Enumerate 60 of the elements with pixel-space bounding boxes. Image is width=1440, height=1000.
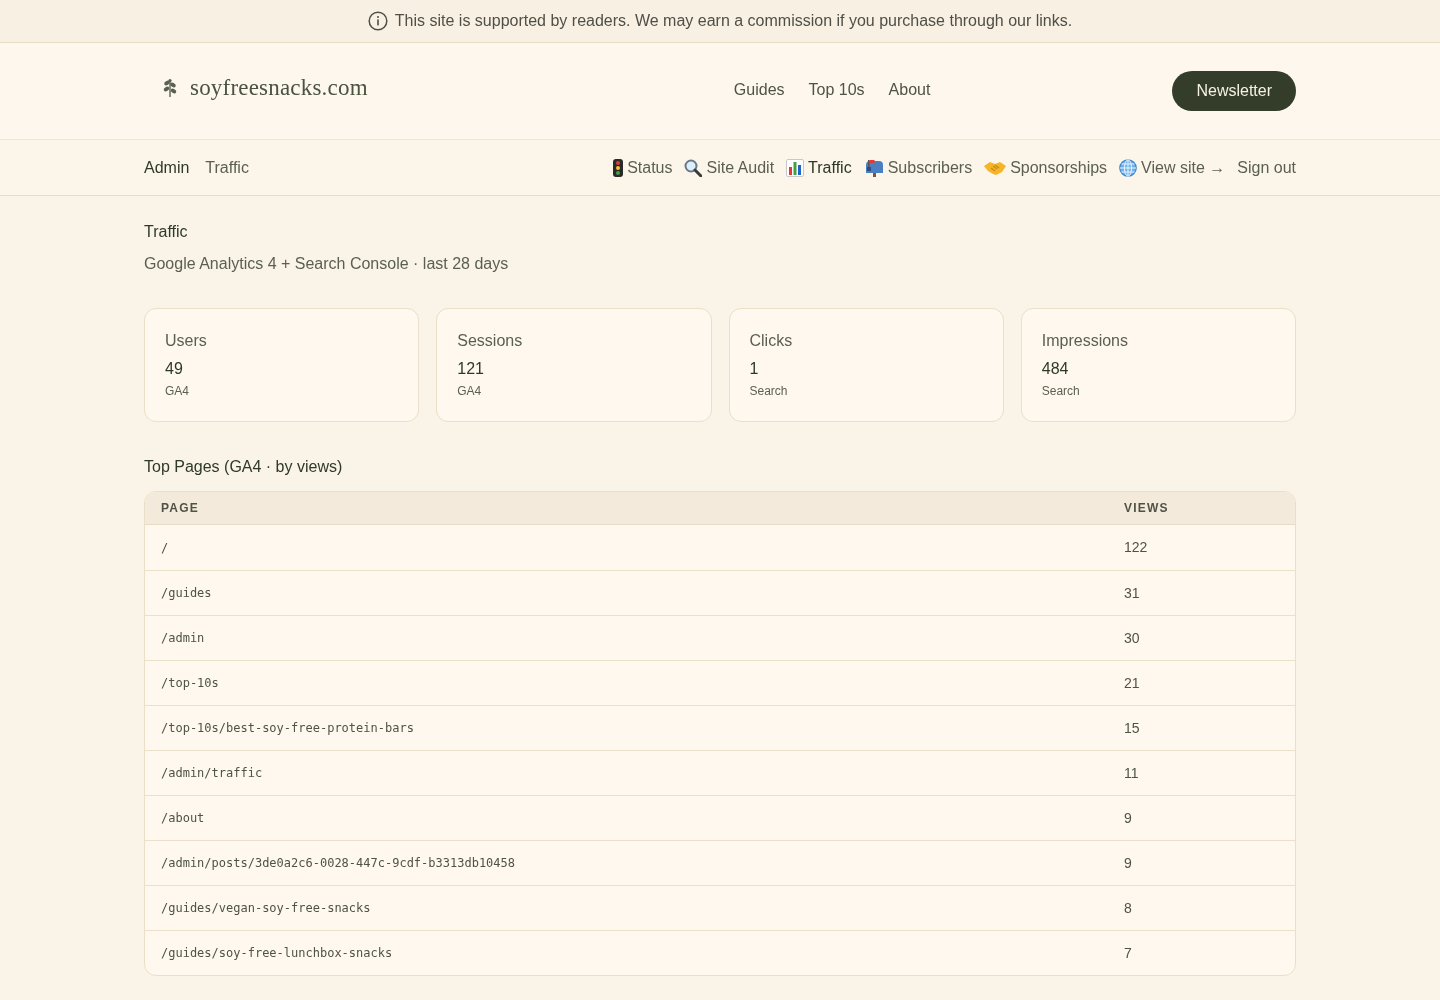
views-cell-text: 8 xyxy=(1123,898,1133,918)
admin-nav-link[interactable]: Sign out xyxy=(1237,155,1296,180)
stat-value: 484 xyxy=(1041,359,1070,379)
stat-label: Impressions xyxy=(1041,331,1129,351)
stat-source: Search xyxy=(1041,383,1081,400)
views-cell-text: 15 xyxy=(1123,718,1141,738)
column-header: PAGE xyxy=(160,500,200,517)
stat-source: GA4 xyxy=(165,383,190,400)
page-path-cell-text: /guides/vegan-soy-free-snacks xyxy=(160,900,372,917)
breadcrumb-link[interactable]: Traffic xyxy=(205,155,249,180)
notice-text: This site is supported by readers. We may earn a commission if you purchase through our links. xyxy=(394,11,1073,31)
site-logo[interactable]: soyfreesnacks.com xyxy=(144,70,368,106)
stat-source: Search xyxy=(749,383,789,400)
nav-link[interactable]: Top 10s xyxy=(808,78,865,102)
views-cell-text: 7 xyxy=(1123,943,1133,963)
views-cell-text: 9 xyxy=(1123,808,1133,828)
nav-link[interactable]: Guides xyxy=(733,78,785,102)
stat-label: Users xyxy=(165,331,208,351)
views-cell-text: 122 xyxy=(1123,538,1149,557)
breadcrumb-link[interactable]: Admin xyxy=(144,155,190,180)
page-path-cell-text: /admin/traffic xyxy=(160,765,264,782)
admin-nav-link[interactable]: Traffic xyxy=(786,155,852,180)
views-cell-text: 31 xyxy=(1123,583,1141,603)
newsletter-button[interactable]: Newsletter xyxy=(1172,71,1296,111)
page-path-cell-text: /guides xyxy=(160,585,213,602)
stat-value: 49 xyxy=(165,359,184,379)
admin-nav-link[interactable]: Site Audit xyxy=(684,155,775,180)
views-cell-text: 11 xyxy=(1123,763,1140,783)
section-title: Top Pages (GA4 · by views) xyxy=(144,457,344,477)
sprig-icon xyxy=(162,78,178,98)
nav-link[interactable]: About xyxy=(888,78,931,102)
admin-nav-link[interactable]: Subscribers xyxy=(863,155,973,180)
page-path-cell-text: /top-10s/best-soy-free-protein-bars xyxy=(160,720,415,737)
page-path-cell-text: /top-10s xyxy=(160,675,220,692)
page-path-cell-text: /guides/soy-free-lunchbox-snacks xyxy=(160,945,394,962)
admin-nav-link[interactable]: View site → xyxy=(1119,155,1226,180)
column-header: VIEWS xyxy=(1123,500,1170,517)
admin-nav-link[interactable]: Sponsorships xyxy=(984,155,1108,180)
views-cell-text: 9 xyxy=(1123,853,1133,873)
traffic-light-icon xyxy=(613,158,624,177)
stat-source: GA4 xyxy=(457,383,483,400)
globe-icon xyxy=(1119,158,1138,177)
page-path-cell-text: /about xyxy=(160,810,206,827)
page-path-cell-text: /admin xyxy=(160,630,206,647)
page-subtitle: Google Analytics 4 + Search Console · last 28 days xyxy=(144,254,510,274)
page-path-cell-text: /admin/posts/3de0a2c6-0028-447c-9cdf-b3313db10458 xyxy=(160,855,516,872)
admin-nav-link[interactable]: Status xyxy=(613,155,673,180)
stat-value: 1 xyxy=(749,359,760,379)
mailbox-icon xyxy=(863,158,884,177)
handshake-icon xyxy=(984,159,1007,176)
info-icon xyxy=(367,11,388,31)
page-title: Traffic xyxy=(144,222,189,242)
views-cell-text: 30 xyxy=(1123,628,1141,648)
page-path-cell-text: / xyxy=(160,539,170,557)
stat-value: 121 xyxy=(457,359,485,379)
bar-chart-icon xyxy=(786,158,805,177)
stat-label: Clicks xyxy=(749,331,794,351)
magnifier-icon xyxy=(684,158,703,177)
stat-label: Sessions xyxy=(457,331,524,351)
views-cell-text: 21 xyxy=(1123,673,1141,693)
